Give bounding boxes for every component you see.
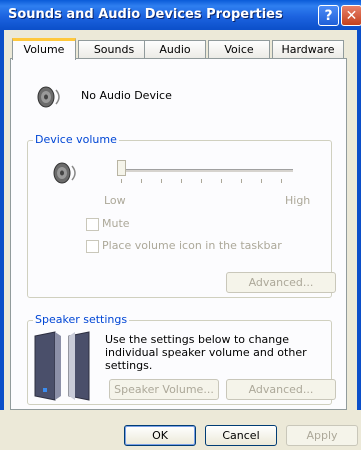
device-name: No Audio Device [81, 89, 172, 102]
volume-high-label: High [285, 194, 311, 207]
volume-tab-panel: No Audio Device Device volume Low High M… [10, 58, 347, 410]
ok-button[interactable]: OK [124, 425, 196, 446]
cancel-button[interactable]: Cancel [205, 425, 277, 446]
tab-volume[interactable]: Volume [12, 38, 76, 60]
volume-slider-track[interactable] [117, 169, 293, 172]
speaker-settings-description: Use the settings below to change individ… [105, 333, 307, 372]
taskbar-icon-checkbox[interactable] [86, 240, 99, 253]
tab-voice[interactable]: Voice [208, 40, 270, 58]
title-bar[interactable]: Sounds and Audio Devices Properties ? ✕ [0, 0, 361, 30]
slider-tick [221, 179, 222, 183]
slider-tick [121, 179, 122, 183]
mute-checkbox[interactable] [86, 218, 99, 231]
volume-slider-thumb[interactable] [117, 160, 126, 176]
slider-tick [181, 179, 182, 183]
speaker-settings-title: Speaker settings [33, 313, 130, 326]
slider-tick [141, 179, 142, 183]
help-icon: ? [324, 8, 333, 24]
help-button[interactable]: ? [318, 5, 339, 26]
tab-audio[interactable]: Audio [144, 40, 206, 58]
slider-tick [201, 179, 202, 183]
slider-tick [241, 179, 242, 183]
dialog-footer: OK Cancel Apply [0, 410, 361, 450]
speakers-icon [34, 331, 90, 401]
apply-button[interactable]: Apply [286, 425, 358, 446]
close-button[interactable]: ✕ [341, 5, 361, 26]
window-border-right [357, 30, 361, 450]
tab-hardware[interactable]: Hardware [272, 40, 344, 58]
device-volume-title: Device volume [33, 133, 119, 146]
tab-sounds[interactable]: Sounds [78, 40, 150, 58]
slider-tick [161, 179, 162, 183]
speaker-volume-button[interactable]: Speaker Volume... [109, 379, 219, 400]
slider-tick [261, 179, 262, 183]
taskbar-icon-label: Place volume icon in the taskbar [102, 239, 282, 252]
device-advanced-button[interactable]: Advanced... [226, 272, 336, 293]
speaker-advanced-button[interactable]: Advanced... [226, 379, 336, 400]
close-icon: ✕ [345, 8, 358, 24]
volume-low-label: Low [104, 194, 126, 207]
volume-speaker-icon [53, 162, 76, 184]
mute-label: Mute [102, 217, 130, 230]
slider-tick [281, 179, 282, 183]
window-border-left [0, 30, 4, 450]
speaker-icon [37, 86, 60, 108]
window-title: Sounds and Audio Devices Properties [8, 7, 283, 22]
